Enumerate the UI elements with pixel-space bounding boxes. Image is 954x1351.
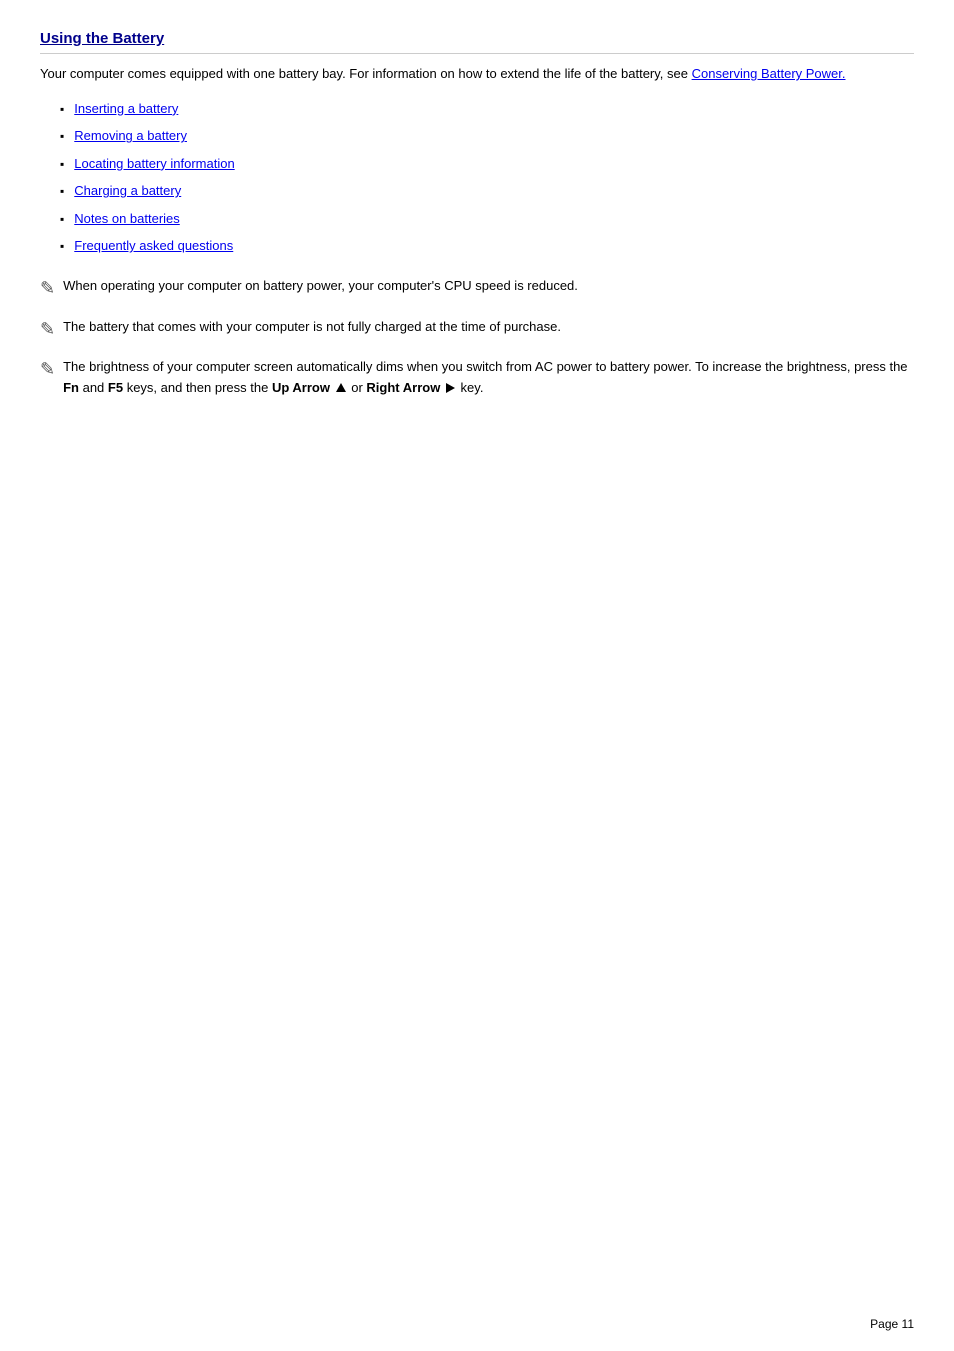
- notes-on-batteries-link[interactable]: Notes on batteries: [74, 209, 180, 229]
- note-2: ✎ The battery that comes with your compu…: [40, 317, 914, 344]
- note-text-1: When operating your computer on battery …: [63, 276, 914, 297]
- list-item: Inserting a battery: [60, 99, 914, 119]
- note-text-3: The brightness of your computer screen a…: [63, 357, 914, 399]
- up-arrow-icon: [336, 383, 346, 392]
- faq-link[interactable]: Frequently asked questions: [74, 236, 233, 256]
- list-item: Charging a battery: [60, 181, 914, 201]
- note-3: ✎ The brightness of your computer screen…: [40, 357, 914, 399]
- right-arrow-icon: [446, 383, 455, 393]
- up-arrow-label: Up Arrow: [272, 380, 330, 395]
- f5-key-label: F5: [108, 380, 123, 395]
- page-label: Page: [870, 1317, 898, 1331]
- note-1: ✎ When operating your computer on batter…: [40, 276, 914, 303]
- removing-battery-link[interactable]: Removing a battery: [74, 126, 187, 146]
- right-arrow-label: Right Arrow: [366, 380, 440, 395]
- intro-paragraph: Your computer comes equipped with one ba…: [40, 64, 914, 85]
- list-item: Frequently asked questions: [60, 236, 914, 256]
- fn-key-label: Fn: [63, 380, 79, 395]
- page-number: 11: [902, 1317, 914, 1331]
- note-icon-2: ✎: [40, 315, 55, 344]
- note-icon-3: ✎: [40, 355, 55, 384]
- charging-battery-link[interactable]: Charging a battery: [74, 181, 181, 201]
- page-container: Using the Battery Your computer comes eq…: [0, 0, 954, 473]
- conserving-battery-link[interactable]: Conserving Battery Power.: [692, 66, 846, 81]
- intro-text: Your computer comes equipped with one ba…: [40, 66, 688, 81]
- page-footer: Page 11: [870, 1317, 914, 1331]
- inserting-battery-link[interactable]: Inserting a battery: [74, 99, 178, 119]
- bullet-list: Inserting a battery Removing a battery L…: [60, 99, 914, 256]
- list-item: Locating battery information: [60, 154, 914, 174]
- note-text-2: The battery that comes with your compute…: [63, 317, 914, 338]
- list-item: Removing a battery: [60, 126, 914, 146]
- list-item: Notes on batteries: [60, 209, 914, 229]
- note-icon-1: ✎: [40, 274, 55, 303]
- locating-battery-link[interactable]: Locating battery information: [74, 154, 234, 174]
- page-title: Using the Battery: [40, 30, 914, 54]
